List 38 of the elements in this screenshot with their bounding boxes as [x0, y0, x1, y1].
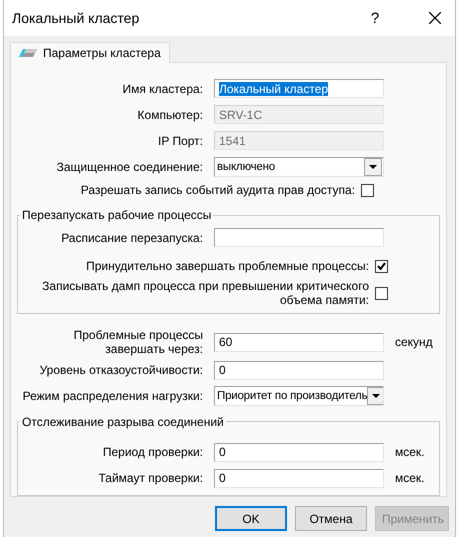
field-label: Режим распределения нагрузки: — [22, 388, 203, 403]
dropdown[interactable]: Приоритет по производитель — [214, 386, 384, 406]
checkbox-label: Принудительно завершать проблемные процессы: — [85, 259, 369, 273]
input-field[interactable]: 0 — [214, 360, 384, 380]
input-field[interactable]: 60 — [214, 332, 384, 352]
checkbox-label: Записывать дамп процесса при превышении критического объема памяти: — [41, 279, 369, 307]
input-field[interactable]: 1541 — [214, 131, 384, 150]
close-icon — [429, 12, 441, 24]
input-field[interactable]: 0 — [214, 442, 384, 462]
dialog-button[interactable]: Отмена — [295, 506, 367, 531]
group-title: Отслеживание разрыва соединений — [21, 414, 225, 429]
help-button[interactable]: ? — [365, 10, 385, 26]
dropdown[interactable]: выключено — [214, 157, 384, 177]
field-label: Компьютер: — [136, 108, 203, 122]
window-title: Локальный кластер — [12, 10, 140, 26]
group-title: Перезапускать рабочие процессы — [21, 208, 212, 222]
dialog-button[interactable]: OK — [215, 506, 287, 531]
eraser-icon — [19, 49, 37, 57]
input-field[interactable] — [214, 228, 384, 247]
field-label: IP Порт: — [157, 134, 203, 148]
checkbox[interactable] — [361, 184, 374, 196]
input-field[interactable]: SRV-1C — [214, 105, 384, 124]
input-field[interactable]: Локальный кластер — [214, 79, 384, 98]
field-label: Уровень отказоустойчивости: — [38, 363, 203, 378]
unit-label: секунд — [395, 335, 434, 349]
field-label: Таймаут проверки: — [97, 471, 203, 486]
unit-label: мсек. — [395, 471, 426, 486]
checkbox[interactable] — [375, 286, 388, 300]
field-label: Имя кластера: — [122, 82, 203, 96]
field-label: Защищенное соединение: — [56, 160, 203, 174]
tab[interactable]: Параметры кластера — [10, 42, 170, 63]
input-field[interactable]: 0 — [214, 468, 384, 488]
checkbox-label: Разрешать запись событий аудита прав доступа: — [80, 183, 355, 197]
checkbox[interactable] — [375, 260, 388, 272]
field-label: Период проверки: — [102, 445, 203, 460]
field-label: Проблемные процессы завершать через: — [72, 328, 203, 356]
unit-label: мсек. — [395, 445, 426, 460]
field-label: Расписание перезапуска: — [60, 230, 203, 244]
